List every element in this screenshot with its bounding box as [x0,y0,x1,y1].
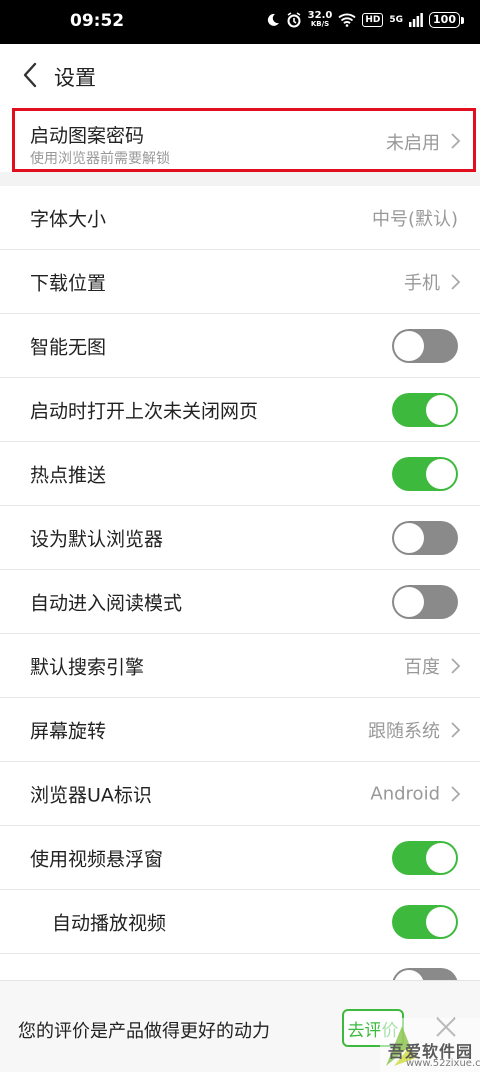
toggle-knob [394,586,424,617]
setting-label: 下载位置 [30,272,107,294]
hot-push-toggle[interactable] [392,456,458,491]
default-browser-toggle[interactable] [392,520,458,555]
chevron-right-icon [451,657,461,674]
setting-value: 跟随系统 [368,720,440,742]
setting-search-engine[interactable]: 默认搜索引擎 百度 [0,634,480,698]
network-speed: 32.0 KB/S [307,10,333,29]
setting-hot-push: 热点推送 [0,442,480,506]
setting-label: 默认搜索引擎 [30,656,145,678]
wifi-icon [338,13,356,27]
setting-ua-identifier[interactable]: 浏览器UA标识 Android [0,762,480,826]
pattern-password-label: 启动图案密码 [30,125,145,147]
status-bar: 09:52 32.0 KB/S HD 5G 100 [0,0,480,44]
toggle-knob [426,458,456,489]
chevron-right-icon [451,721,461,738]
setting-font-size[interactable]: 字体大小 中号(默认) [0,186,480,250]
setting-value: 中号(默认) [371,208,458,230]
alarm-icon [287,12,301,28]
moon-icon [267,13,279,26]
smart-no-image-toggle[interactable] [392,328,458,363]
chevron-right-icon [451,273,461,290]
setting-value: Android [370,783,440,804]
video-float-toggle[interactable] [392,840,458,875]
feedback-text: 您的评价是产品做得更好的动力 [18,1021,270,1042]
setting-autoplay-video: 自动播放视频 [0,890,480,954]
status-time: 09:52 [70,11,125,31]
toggle-knob [426,842,456,873]
setting-label: 屏幕旋转 [30,720,107,742]
setting-smart-no-image: 智能无图 [0,314,480,378]
setting-label: 启动时打开上次未关闭网页 [30,400,259,422]
setting-default-browser: 设为默认浏览器 [0,506,480,570]
toggle-knob [426,906,456,937]
setting-restore-tabs: 启动时打开上次未关闭网页 [0,378,480,442]
settings-list: 字体大小 中号(默认) 下载位置 手机 智能无图 启动时打开上次未关闭网页 热点… [0,186,480,954]
chevron-right-icon [451,133,461,149]
status-icons: 32.0 KB/S HD 5G 100 [266,10,464,29]
restore-tabs-toggle[interactable] [392,392,458,427]
setting-video-float-window: 使用视频悬浮窗 [0,826,480,890]
hd-badge: HD [362,13,384,27]
setting-value: 百度 [404,656,440,678]
back-icon[interactable] [18,60,42,90]
toggle-knob [426,394,456,425]
autoplay-video-toggle[interactable] [392,904,458,939]
header-bar: 设置 [0,44,480,106]
reading-mode-toggle[interactable] [392,584,458,619]
setting-label: 浏览器UA标识 [30,784,152,806]
setting-label: 设为默认浏览器 [30,528,164,550]
setting-label: 热点推送 [30,464,107,486]
setting-label: 使用视频悬浮窗 [30,848,164,870]
battery-indicator: 100 [429,12,464,28]
watermark-url: www.52zixue.com [406,1058,480,1069]
setting-label: 自动进入阅读模式 [30,592,183,614]
page-title: 设置 [54,66,96,90]
setting-label: 自动播放视频 [52,912,167,934]
signal-icon [409,13,423,27]
setting-value: 手机 [404,272,440,294]
toggle-knob [394,522,424,553]
pattern-password-subtitle: 使用浏览器前需要解锁 [30,151,170,167]
setting-label: 字体大小 [30,208,107,230]
pattern-password-row[interactable]: 启动图案密码 使用浏览器前需要解锁 未启用 [0,106,480,172]
setting-download-location[interactable]: 下载位置 手机 [0,250,480,314]
setting-screen-rotation[interactable]: 屏幕旋转 跟随系统 [0,698,480,762]
setting-reading-mode: 自动进入阅读模式 [0,570,480,634]
signal-label: 5G [389,15,404,25]
pattern-password-value: 未启用 [386,133,440,154]
toggle-knob [394,330,424,361]
setting-label: 智能无图 [30,336,107,358]
chevron-right-icon [451,785,461,802]
